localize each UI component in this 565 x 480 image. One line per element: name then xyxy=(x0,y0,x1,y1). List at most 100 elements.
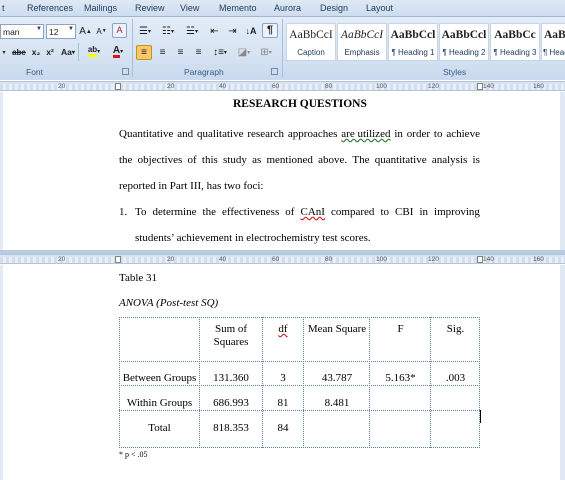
divider xyxy=(78,43,79,61)
underline-dropdown-arrow[interactable]: ▾ xyxy=(0,45,8,60)
style-heading-3[interactable]: AaBbCc ¶ Heading 3 xyxy=(490,23,540,61)
paragraph-dialog-launcher[interactable] xyxy=(271,68,278,75)
tab-design[interactable]: Design xyxy=(320,3,348,13)
word: to xyxy=(380,206,389,218)
horizontal-ruler-bottom[interactable]: 20 20 40 60 80 100 120 140 160 xyxy=(0,254,565,264)
style-emphasis[interactable]: AaBbCcI Emphasis xyxy=(337,23,387,61)
row-label-within-groups: Within Groups xyxy=(126,397,193,409)
style-sample: AaBbCcI xyxy=(340,29,384,41)
cell-sum: 131.360 xyxy=(213,372,249,384)
font-size-value: 12 xyxy=(49,26,59,37)
table-caption: Table 31 xyxy=(119,272,158,284)
word: is xyxy=(472,154,480,166)
numbering-button[interactable]: ☷ ▾ xyxy=(159,24,177,39)
indent-marker[interactable] xyxy=(115,83,121,90)
word: research xyxy=(247,128,285,140)
header-sig: Sig. xyxy=(446,323,465,335)
show-formatting-button[interactable]: ¶ xyxy=(262,23,278,38)
font-color-button[interactable]: A ▾ xyxy=(107,44,129,59)
style-heading-4-partial[interactable]: AaBl ¶ Head xyxy=(541,23,565,61)
font-size-combo[interactable]: 12 ▼ xyxy=(46,24,76,39)
group-separator xyxy=(282,19,283,77)
justify-button[interactable]: ≡ xyxy=(191,45,206,60)
ruler-label: 100 xyxy=(376,256,387,263)
tab-layout[interactable]: Layout xyxy=(366,3,393,13)
header-df: df xyxy=(278,323,288,335)
header-f: F xyxy=(397,323,404,335)
ruler-label: 140 xyxy=(483,83,494,90)
sort-button[interactable]: ↓A xyxy=(243,24,259,39)
borders-button[interactable]: ⊞ ▾ xyxy=(256,45,276,60)
indent-marker[interactable] xyxy=(115,256,121,263)
word: to xyxy=(433,128,443,140)
word: order xyxy=(406,128,431,140)
ruler-label: 20 xyxy=(167,83,175,90)
word: study xyxy=(223,154,247,166)
subscript-button[interactable]: x₂ xyxy=(30,45,42,60)
paragraph-line: the objectives of this study as mentione… xyxy=(119,154,480,166)
tab-review[interactable]: Review xyxy=(135,3,165,13)
tab-home-partial[interactable]: t xyxy=(2,3,5,13)
style-heading-1[interactable]: AaBbCcl ¶ Heading 1 xyxy=(388,23,438,61)
tab-view[interactable]: View xyxy=(180,3,199,13)
increase-indent-button[interactable]: ⇥ xyxy=(225,24,240,39)
bullets-button[interactable]: ☰ ▾ xyxy=(136,24,154,39)
strikethrough-button[interactable]: abe xyxy=(10,45,28,60)
cell-mean-square: 43.787 xyxy=(321,372,353,384)
word: determine xyxy=(152,206,197,218)
row-label-between-groups: Between Groups xyxy=(122,372,197,384)
list-item-line: To determine the effectiveness of CAnI c… xyxy=(135,206,480,218)
header-mean-square: Mean Square xyxy=(307,323,367,335)
ruler-label: 160 xyxy=(533,256,544,263)
superscript-button[interactable]: x² xyxy=(44,45,56,60)
decrease-indent-button[interactable]: ⇤ xyxy=(207,24,222,39)
align-center-icon: ≡ xyxy=(159,46,166,58)
word: the xyxy=(119,154,133,166)
superscript-icon: x² xyxy=(46,47,54,58)
align-right-button[interactable]: ≡ xyxy=(173,45,188,60)
table-border xyxy=(119,361,480,362)
ruler-label: 140 xyxy=(483,256,494,263)
style-sample: AaBbCcl xyxy=(390,29,436,41)
ruler-label: 60 xyxy=(272,83,280,90)
ribbon-tab-bar: t References Mailings Review View Mement… xyxy=(0,0,565,17)
word: compared xyxy=(331,206,375,218)
sort-icon: ↓A xyxy=(245,26,257,36)
align-left-button[interactable]: ≡ xyxy=(136,45,152,60)
word-window: { "menu": { "tabs": ["t", "References", … xyxy=(0,0,565,480)
font-name-combo[interactable]: man ▼ xyxy=(0,24,44,39)
style-heading-2[interactable]: AaBbCcl ¶ Heading 2 xyxy=(439,23,489,61)
shrink-font-button[interactable]: A ▼ xyxy=(95,24,108,39)
word: in xyxy=(394,128,403,140)
font-color-icon: A xyxy=(112,44,121,58)
style-sample: AaBbCcI xyxy=(289,29,333,41)
horizontal-ruler-top[interactable]: 20 20 40 60 80 100 120 140 160 xyxy=(0,81,565,91)
clear-formatting-button[interactable]: A xyxy=(112,23,127,38)
change-case-button[interactable]: Aa ▾ xyxy=(59,45,77,60)
tab-aurora[interactable]: Aurora xyxy=(274,3,301,13)
style-sample: AaBl xyxy=(544,29,565,41)
shading-button[interactable]: ◪ ▾ xyxy=(234,45,254,60)
tab-references[interactable]: References xyxy=(27,3,73,13)
style-name: Emphasis xyxy=(344,48,380,57)
document-page[interactable]: RESEARCH QUESTIONS Quantitative and qual… xyxy=(3,92,562,250)
tab-memento[interactable]: Memento xyxy=(219,3,257,13)
align-left-icon: ≡ xyxy=(141,46,147,58)
line-spacing-button[interactable]: ↕≡ ▾ xyxy=(210,45,230,60)
grow-font-button[interactable]: A ▲ xyxy=(79,24,92,39)
cell-sum: 818.353 xyxy=(213,422,249,434)
tab-mailings[interactable]: Mailings xyxy=(84,3,117,13)
highlight-color-button[interactable]: ab ▾ xyxy=(83,44,105,59)
style-caption[interactable]: AaBbCcI Caption xyxy=(286,23,336,61)
cell-df: 3 xyxy=(280,372,286,384)
bullet-list-icon: ☰ xyxy=(139,25,148,37)
header-sum-of-squares-line1: Sum of xyxy=(214,323,248,335)
vertical-scrollbar-top[interactable] xyxy=(560,92,565,250)
align-center-button[interactable]: ≡ xyxy=(155,45,170,60)
vertical-scrollbar-bottom[interactable] xyxy=(560,265,565,480)
multilevel-list-button[interactable]: ☱ ▾ xyxy=(182,24,202,39)
grow-font-icon: A xyxy=(79,25,86,37)
font-dialog-launcher[interactable] xyxy=(122,68,129,75)
word: and xyxy=(177,128,194,140)
paint-bucket-icon: ◪ xyxy=(237,46,248,58)
